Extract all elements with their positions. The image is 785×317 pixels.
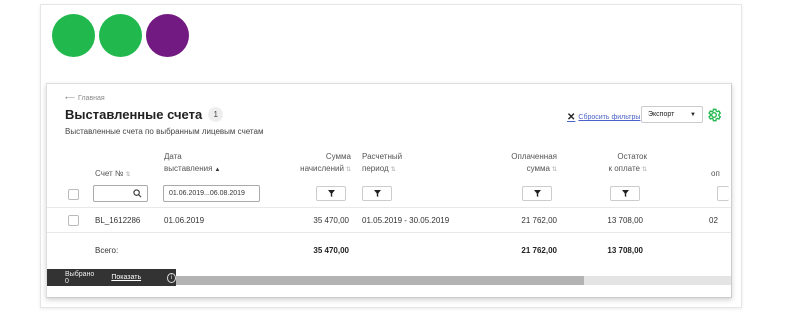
- header-period[interactable]: Расчетный период ⇅: [362, 151, 402, 176]
- page-title: Выставленные счета: [65, 107, 203, 122]
- page-title-row: Выставленные счета 1: [65, 107, 224, 122]
- reset-filters-link[interactable]: ✕ Сбросить фильтры: [567, 112, 640, 123]
- divider: [47, 232, 731, 233]
- scrollbar-thumb[interactable]: [176, 276, 584, 285]
- balance-filter-button[interactable]: [610, 186, 640, 201]
- breadcrumb[interactable]: ⟵ Главная: [65, 94, 105, 103]
- close-icon[interactable]: ✕: [567, 112, 575, 123]
- cell-invoice-no[interactable]: BL_1612286: [95, 216, 140, 225]
- selected-count: Выбрано 0: [65, 270, 95, 285]
- totals-amount: 35 470,00: [313, 246, 349, 255]
- header-amount[interactable]: Сумма начислений ⇅: [279, 151, 351, 176]
- sort-icon[interactable]: ⇅: [126, 172, 131, 178]
- divider: [47, 207, 731, 208]
- extra-filter-button[interactable]: [717, 186, 729, 201]
- sort-asc-icon[interactable]: ▲: [214, 167, 220, 173]
- back-arrow-icon[interactable]: ⟵: [65, 94, 75, 102]
- page-subtitle: Выставленные счета по выбранным лицевым …: [65, 127, 264, 136]
- cell-balance: 13 708,00: [607, 216, 643, 225]
- caret-down-icon: ▼: [690, 111, 696, 118]
- header-extra[interactable]: оп: [711, 168, 720, 180]
- invoice-count-badge: 1: [208, 107, 224, 122]
- export-label: Экспорт: [648, 111, 675, 118]
- reset-filters-label[interactable]: Сбросить фильтры: [578, 114, 640, 121]
- header-balance[interactable]: Остаток к оплате ⇅: [577, 151, 648, 176]
- totals-label: Всего:: [95, 246, 119, 255]
- totals-paid: 21 762,00: [521, 246, 557, 255]
- brand-logo: [52, 14, 189, 57]
- logo-dot-green-2: [99, 14, 142, 57]
- paid-filter-button[interactable]: [522, 186, 552, 201]
- filter-icon: [327, 190, 335, 197]
- header-paid[interactable]: Оплаченная сумма ⇅: [487, 151, 557, 176]
- selection-bar: Выбрано 0 Показать i: [47, 269, 176, 286]
- search-icon[interactable]: [133, 189, 142, 198]
- totals-balance: 13 708,00: [607, 246, 643, 255]
- logo-dot-purple: [146, 14, 189, 57]
- show-selected-link[interactable]: Показать: [111, 274, 141, 281]
- sort-icon[interactable]: ⇅: [642, 167, 647, 173]
- sort-icon[interactable]: ⇅: [346, 167, 351, 173]
- cell-amount: 35 470,00: [313, 216, 349, 225]
- logo-dot-green-1: [52, 14, 95, 57]
- cell-period: 01.05.2019 - 30.05.2019: [362, 216, 450, 225]
- invoices-window: ⟵ Главная Выставленные счета 1 Выставлен…: [46, 83, 732, 298]
- cell-issue-date: 01.06.2019: [164, 216, 205, 225]
- invoice-search-input[interactable]: [93, 185, 148, 202]
- cell-paid: 21 762,00: [521, 216, 557, 225]
- header-issue-date[interactable]: Дата выставления ▲: [164, 151, 220, 176]
- sort-icon[interactable]: ⇅: [552, 167, 557, 173]
- date-range-field[interactable]: 01.06.2019...06.08.2019: [163, 185, 260, 202]
- filter-icon: [373, 190, 381, 197]
- export-dropdown[interactable]: Экспорт ▼: [641, 106, 703, 123]
- row-checkbox[interactable]: [68, 215, 79, 226]
- amount-filter-button[interactable]: [316, 186, 346, 201]
- filter-icon: [533, 190, 541, 197]
- period-filter-button[interactable]: [362, 186, 392, 201]
- header-invoice-no[interactable]: Счет № ⇅: [95, 168, 131, 181]
- gear-icon[interactable]: [706, 107, 722, 123]
- breadcrumb-home-link[interactable]: Главная: [78, 95, 105, 102]
- info-icon[interactable]: i: [167, 272, 176, 283]
- sort-icon[interactable]: ⇅: [391, 167, 396, 173]
- cell-extra: 02: [709, 216, 718, 225]
- filter-icon: [621, 190, 629, 197]
- select-all-checkbox[interactable]: [68, 189, 79, 200]
